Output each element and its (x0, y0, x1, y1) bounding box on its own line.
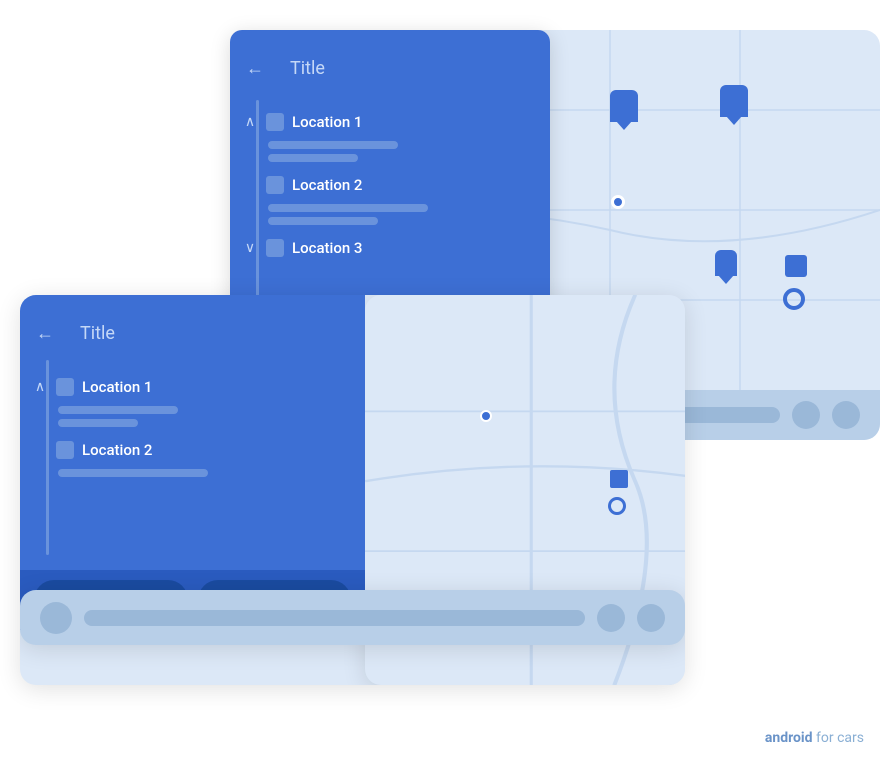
panel-title: Title (274, 44, 341, 93)
panel2-list: ∧ Location 1 Location 2 (20, 372, 365, 477)
map-square-1 (785, 255, 807, 277)
back-arrow-icon[interactable]: ← (246, 58, 264, 79)
bottom-bar-circle-right2 (832, 401, 860, 429)
front-bottom-circle-right1 (597, 604, 625, 632)
panel2-list-item-1-header[interactable]: ∧ Location 1 (32, 372, 353, 402)
map-pin-2 (720, 85, 748, 117)
location-2-checkbox[interactable] (266, 176, 284, 194)
panel2-back-arrow-icon[interactable]: ← (36, 323, 54, 344)
front-bottom-circle-right2 (637, 604, 665, 632)
front-map-ring (608, 497, 626, 515)
list-section-1: ∧ Location 1 (242, 107, 538, 162)
list-section-2: Location 2 (242, 170, 538, 225)
watermark-rest: for cars (813, 730, 864, 746)
sub-line-1b (268, 154, 358, 162)
bottom-bar-circle-right1 (792, 401, 820, 429)
map-ring-1 (783, 288, 805, 310)
panel2-location-2-checkbox[interactable] (56, 441, 74, 459)
list-item-3-header[interactable]: ∨ Location 3 (242, 233, 538, 263)
panel2-header: ← Title (20, 295, 365, 372)
panel2-list-section-2: Location 2 (32, 435, 353, 477)
map-dot-1 (611, 195, 625, 209)
sub-line-2b (268, 217, 378, 225)
panel2-sub-line-1a (58, 406, 178, 414)
location-3-label: Location 3 (292, 239, 362, 257)
list-item-2-header[interactable]: Location 2 (242, 170, 538, 200)
list-divider (256, 100, 259, 320)
list-section-3: ∨ Location 3 (242, 233, 538, 263)
sub-line-1a (268, 141, 398, 149)
panel2-list-section-1: ∧ Location 1 (32, 372, 353, 427)
panel2-location-2-label: Location 2 (82, 441, 152, 459)
location-1-label: Location 1 (292, 113, 362, 131)
location-1-checkbox[interactable] (266, 113, 284, 131)
front-bottom-circle-left (40, 602, 72, 634)
map-pin-3 (715, 250, 737, 276)
panel2-sub-line-1b (58, 419, 138, 427)
front-map-square (610, 470, 628, 488)
front-bottom-pill (84, 610, 585, 626)
location-2-label: Location 2 (292, 176, 362, 194)
list-item-1-header[interactable]: ∧ Location 1 (242, 107, 538, 137)
watermark-bold: android (765, 730, 813, 746)
location-2-sub-lines (268, 204, 538, 225)
panel2-location-2-sub-lines (58, 469, 353, 477)
panel2-list-item-2-header[interactable]: Location 2 (32, 435, 353, 465)
panel2-title: Title (64, 309, 131, 358)
panel2-location-1-sub-lines (58, 406, 353, 427)
location-3-checkbox[interactable] (266, 239, 284, 257)
panel2-location-1-label: Location 1 (82, 378, 152, 396)
panel-header: ← Title (230, 30, 550, 107)
sub-line-2a (268, 204, 428, 212)
front-map-dot (480, 410, 492, 422)
panel2-location-1-checkbox[interactable] (56, 378, 74, 396)
panel-list-main: ∧ Location 1 Location 2 ∨ (230, 107, 550, 263)
watermark: android for cars (765, 730, 864, 746)
card-front: ← Title ∧ Location 1 (20, 295, 685, 685)
map-pin-1 (610, 90, 638, 122)
panel2-list-divider (46, 360, 49, 555)
front-card-bottom-bar (20, 590, 685, 645)
panel2-sub-line-2a (58, 469, 208, 477)
location-1-sub-lines (268, 141, 538, 162)
